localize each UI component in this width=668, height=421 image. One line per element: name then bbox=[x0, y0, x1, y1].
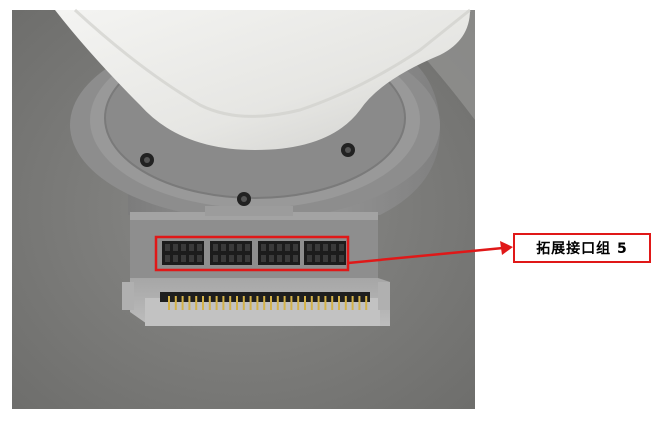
connector-pin bbox=[270, 296, 272, 310]
header-group bbox=[210, 241, 252, 265]
connector-pin bbox=[324, 296, 327, 310]
connector-pin bbox=[202, 296, 204, 310]
connector-pin bbox=[168, 296, 170, 310]
connector-pin bbox=[263, 296, 266, 310]
connector-pin bbox=[276, 296, 279, 310]
connector-pin bbox=[338, 296, 340, 310]
connector-pin bbox=[229, 296, 232, 310]
connector-pin bbox=[188, 296, 191, 310]
header-group bbox=[258, 241, 300, 265]
header-group bbox=[304, 241, 346, 265]
screw bbox=[341, 143, 355, 157]
photo bbox=[12, 8, 513, 409]
connector-pin bbox=[351, 296, 354, 310]
callout-label: 拓展接口组 5 bbox=[513, 233, 651, 263]
connector-pin bbox=[344, 296, 347, 310]
bottom-connector bbox=[122, 278, 390, 326]
connector-pin bbox=[215, 296, 218, 310]
connector-pin bbox=[242, 296, 245, 310]
connector-pin bbox=[208, 296, 211, 310]
connector-pin bbox=[256, 296, 259, 310]
connector-pin bbox=[290, 296, 293, 310]
connector-pin bbox=[297, 296, 300, 310]
connector-pin bbox=[174, 296, 177, 310]
connector-pin bbox=[317, 296, 320, 310]
connector-pin bbox=[195, 296, 198, 310]
connector-pin bbox=[331, 296, 334, 310]
screw bbox=[140, 153, 154, 167]
connector-pin bbox=[304, 296, 306, 310]
callout-arrow-head bbox=[500, 241, 513, 255]
connector-pin bbox=[365, 296, 368, 310]
header-group bbox=[162, 241, 204, 265]
connector-pin bbox=[358, 296, 361, 310]
connector-pin bbox=[222, 296, 225, 310]
connector-pin bbox=[249, 296, 252, 310]
connector-pin bbox=[310, 296, 313, 310]
connector-pin bbox=[181, 296, 184, 310]
connector-pin bbox=[236, 296, 238, 310]
screw bbox=[237, 192, 251, 206]
connector-pin bbox=[283, 296, 286, 310]
